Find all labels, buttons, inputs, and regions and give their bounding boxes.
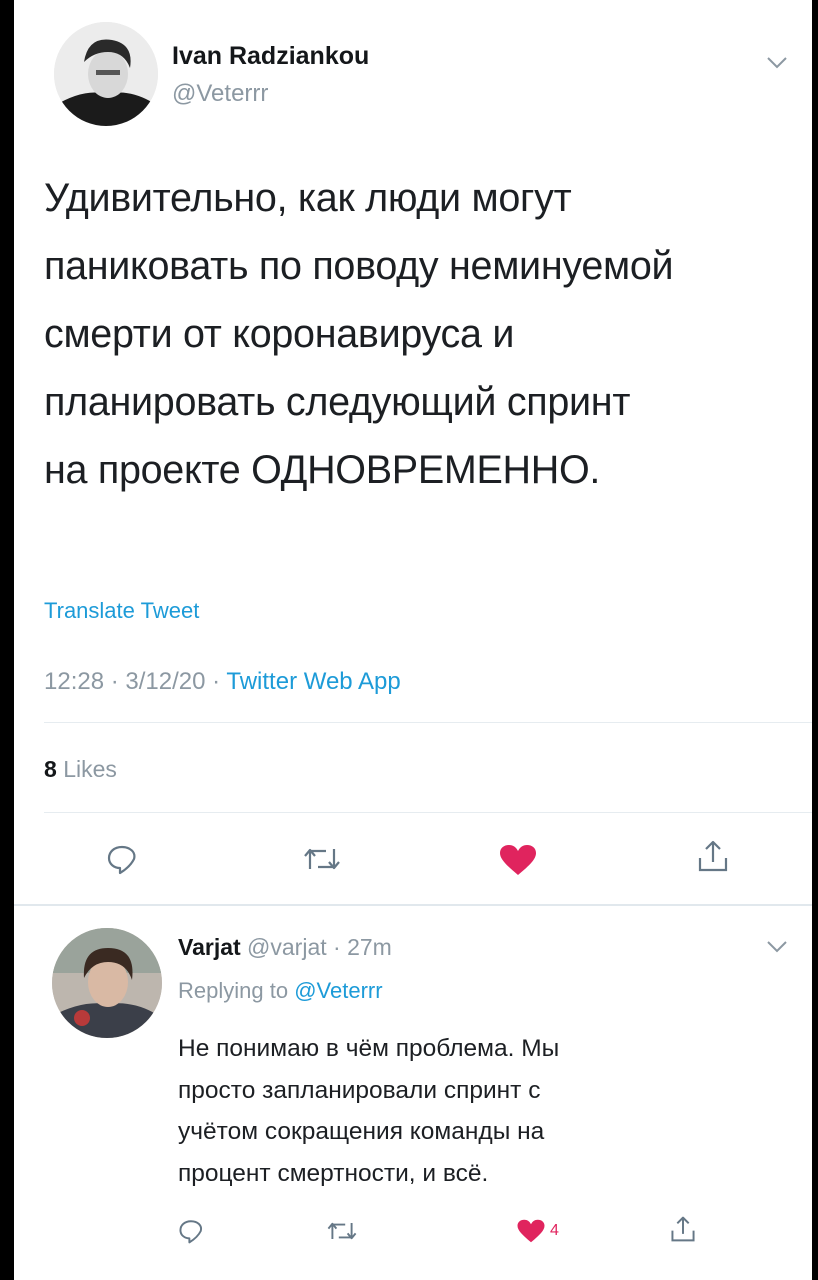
meta-separator: · bbox=[333, 934, 348, 960]
divider bbox=[44, 812, 812, 813]
meta-separator: · bbox=[110, 668, 126, 695]
reply-avatar-image bbox=[52, 928, 162, 1038]
reply-author-name[interactable]: Varjat bbox=[178, 934, 241, 960]
reply-age: 27m bbox=[347, 934, 392, 960]
reply-text-line: просто запланировали спринт с bbox=[178, 1076, 541, 1104]
likes-count: 8 bbox=[44, 756, 57, 782]
share-icon[interactable] bbox=[697, 838, 729, 874]
tweet-separator bbox=[14, 904, 812, 906]
reply-author-handle[interactable]: @varjat bbox=[247, 934, 327, 960]
tweet-text: Удивительно, как люди могут паниковать п… bbox=[44, 164, 804, 504]
tweet-meta: 12:28 · 3/12/20 · Twitter Web App bbox=[44, 668, 401, 696]
reply-text: Не понимаю в чём проблема. Мы просто зап… bbox=[178, 1028, 778, 1194]
tweet-source-app[interactable]: Twitter Web App bbox=[226, 668, 400, 695]
tweet-text-line: планировать следующий спринт bbox=[44, 380, 631, 424]
tweet-text-line: паниковать по поводу неминуемой bbox=[44, 244, 674, 288]
translate-tweet-link[interactable]: Translate Tweet bbox=[44, 598, 199, 624]
reply-like-button[interactable]: 4 bbox=[516, 1218, 559, 1244]
author-handle[interactable]: @Veterrr bbox=[172, 80, 268, 108]
likes-label: Likes bbox=[63, 756, 117, 782]
meta-separator: · bbox=[212, 668, 227, 695]
likes-summary[interactable]: 8 Likes bbox=[44, 756, 117, 783]
tweet-text-line: Удивительно, как люди могут bbox=[44, 176, 572, 220]
divider bbox=[44, 722, 812, 723]
reply-text-line: учётом сокращения команды на bbox=[178, 1118, 545, 1145]
author-avatar[interactable] bbox=[54, 22, 158, 126]
reply-header: Varjat @varjat · 27m bbox=[178, 934, 392, 961]
reply-icon[interactable] bbox=[106, 843, 138, 875]
replying-mention[interactable]: @Veterrr bbox=[294, 978, 382, 1003]
tweet-text-line: на проекте ОДНОВРЕМЕННО. bbox=[44, 448, 601, 492]
author-avatar-image bbox=[54, 22, 158, 126]
tweet-time: 12:28 bbox=[44, 668, 105, 695]
author-name[interactable]: Ivan Radzіankou bbox=[172, 42, 369, 71]
reply-like-count: 4 bbox=[550, 1222, 559, 1239]
share-icon[interactable] bbox=[670, 1214, 696, 1244]
replying-prefix: Replying to bbox=[178, 978, 289, 1003]
reply-icon[interactable] bbox=[178, 1218, 204, 1244]
reply-author-avatar[interactable] bbox=[52, 928, 162, 1038]
tweet-text-line: смерти от коронавируса и bbox=[44, 312, 515, 356]
like-heart-icon bbox=[517, 1219, 545, 1243]
like-heart-icon[interactable] bbox=[498, 843, 538, 877]
chevron-down-icon[interactable] bbox=[766, 940, 788, 954]
reply-text-line: процент смертности, и всё. bbox=[178, 1159, 489, 1187]
replying-to: Replying to @Veterrr bbox=[178, 978, 383, 1004]
tweet-date[interactable]: 3/12/20 bbox=[125, 668, 205, 695]
screen: Ivan Radzіankou @Veterrr Удивительно, ка… bbox=[14, 0, 812, 1280]
retweet-icon[interactable] bbox=[302, 843, 342, 875]
chevron-down-icon[interactable] bbox=[766, 56, 788, 70]
reply-text-line: Не понимаю в чём проблема. Мы bbox=[178, 1035, 560, 1062]
retweet-icon[interactable] bbox=[326, 1218, 358, 1244]
